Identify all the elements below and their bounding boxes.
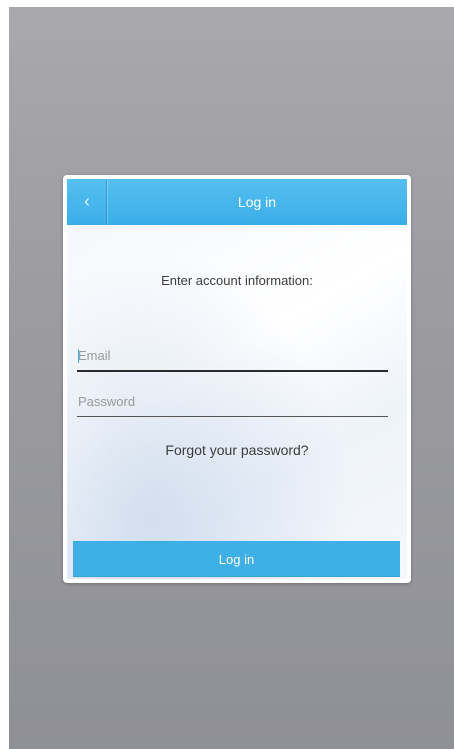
instruction-text: Enter account information:	[161, 273, 313, 288]
chevron-left-icon	[83, 197, 91, 207]
login-dialog-body: Log in Enter account information: Forgot…	[67, 179, 407, 579]
login-dialog: Log in Enter account information: Forgot…	[63, 175, 411, 583]
text-cursor	[78, 349, 79, 363]
forgot-password-link[interactable]: Forgot your password?	[67, 442, 407, 458]
screen-backdrop: Log in Enter account information: Forgot…	[9, 7, 454, 749]
back-button[interactable]	[67, 179, 107, 225]
login-button[interactable]: Log in	[73, 541, 400, 577]
password-field[interactable]	[77, 386, 388, 417]
email-field[interactable]	[77, 340, 388, 372]
dialog-header: Log in	[67, 179, 407, 225]
dialog-title: Log in	[237, 194, 277, 210]
